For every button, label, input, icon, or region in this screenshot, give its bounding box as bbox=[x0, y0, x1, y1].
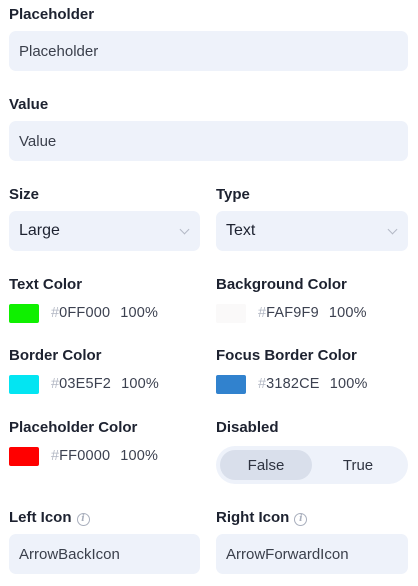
value-label: Value bbox=[9, 96, 49, 113]
left-icon-input[interactable]: ArrowBackIcon bbox=[9, 534, 200, 574]
focus-border-color-hex[interactable]: 3182CE bbox=[266, 376, 320, 392]
hash-symbol: # bbox=[258, 305, 267, 321]
text-color-swatch[interactable] bbox=[9, 303, 39, 323]
placeholder-color-label: Placeholder Color bbox=[9, 419, 138, 436]
placeholder-color-opacity[interactable]: 100% bbox=[120, 448, 158, 464]
hash-symbol: # bbox=[51, 448, 60, 464]
chevron-down-icon bbox=[387, 224, 398, 234]
hash-symbol: # bbox=[258, 376, 267, 392]
text-color-label: Text Color bbox=[9, 276, 83, 293]
placeholder-input[interactable]: Placeholder bbox=[9, 31, 408, 71]
placeholder-color-hex[interactable]: FF0000 bbox=[59, 448, 110, 464]
focus-border-color-picker[interactable]: #3182CE 100% bbox=[216, 373, 368, 395]
right-icon-input[interactable]: ArrowForwardIcon bbox=[216, 534, 408, 574]
border-color-hex[interactable]: 03E5F2 bbox=[59, 376, 111, 392]
value-input[interactable]: Value bbox=[9, 121, 408, 161]
info-icon[interactable]: i bbox=[76, 513, 90, 526]
background-color-label: Background Color bbox=[216, 276, 347, 293]
type-select[interactable]: Text bbox=[216, 211, 408, 251]
left-icon-label-text: Left Icon bbox=[9, 509, 72, 526]
size-label: Size bbox=[9, 186, 40, 203]
background-color-opacity[interactable]: 100% bbox=[329, 305, 367, 321]
background-color-picker[interactable]: # FAF9F9 100% bbox=[216, 302, 367, 324]
border-color-swatch[interactable] bbox=[9, 374, 39, 394]
disabled-option-false[interactable]: False bbox=[220, 450, 312, 480]
text-color-opacity[interactable]: 100% bbox=[120, 305, 158, 321]
right-icon-label-text: Right Icon bbox=[216, 509, 290, 526]
disabled-label: Disabled bbox=[216, 419, 279, 436]
disabled-toggle[interactable]: False True bbox=[216, 446, 408, 484]
placeholder-label: Placeholder bbox=[9, 6, 95, 23]
focus-border-color-label: Focus Border Color bbox=[216, 347, 357, 364]
type-label: Type bbox=[216, 186, 250, 203]
placeholder-color-picker[interactable]: # FF0000 100% bbox=[9, 445, 158, 467]
border-color-opacity[interactable]: 100% bbox=[121, 376, 159, 392]
background-color-hex[interactable]: FAF9F9 bbox=[266, 305, 319, 321]
left-icon-label: Left Icon i bbox=[9, 509, 90, 526]
border-color-picker[interactable]: #03E5F2 100% bbox=[9, 373, 159, 395]
info-icon[interactable]: i bbox=[294, 513, 308, 526]
hash-symbol: # bbox=[51, 376, 60, 392]
size-select-value: Large bbox=[19, 222, 60, 239]
border-color-label: Border Color bbox=[9, 347, 102, 364]
text-color-picker[interactable]: #0FF000 100% bbox=[9, 302, 158, 324]
type-select-value: Text bbox=[226, 222, 256, 239]
focus-border-color-swatch[interactable] bbox=[216, 374, 246, 394]
disabled-option-true[interactable]: True bbox=[312, 450, 404, 480]
background-color-swatch[interactable] bbox=[216, 303, 246, 323]
focus-border-color-opacity[interactable]: 100% bbox=[330, 376, 368, 392]
size-select[interactable]: Large bbox=[9, 211, 200, 251]
placeholder-color-swatch[interactable] bbox=[9, 446, 39, 466]
chevron-down-icon bbox=[179, 224, 190, 234]
right-icon-label: Right Icon i bbox=[216, 509, 308, 526]
text-color-hex[interactable]: 0FF000 bbox=[59, 305, 110, 321]
hash-symbol: # bbox=[51, 305, 60, 321]
